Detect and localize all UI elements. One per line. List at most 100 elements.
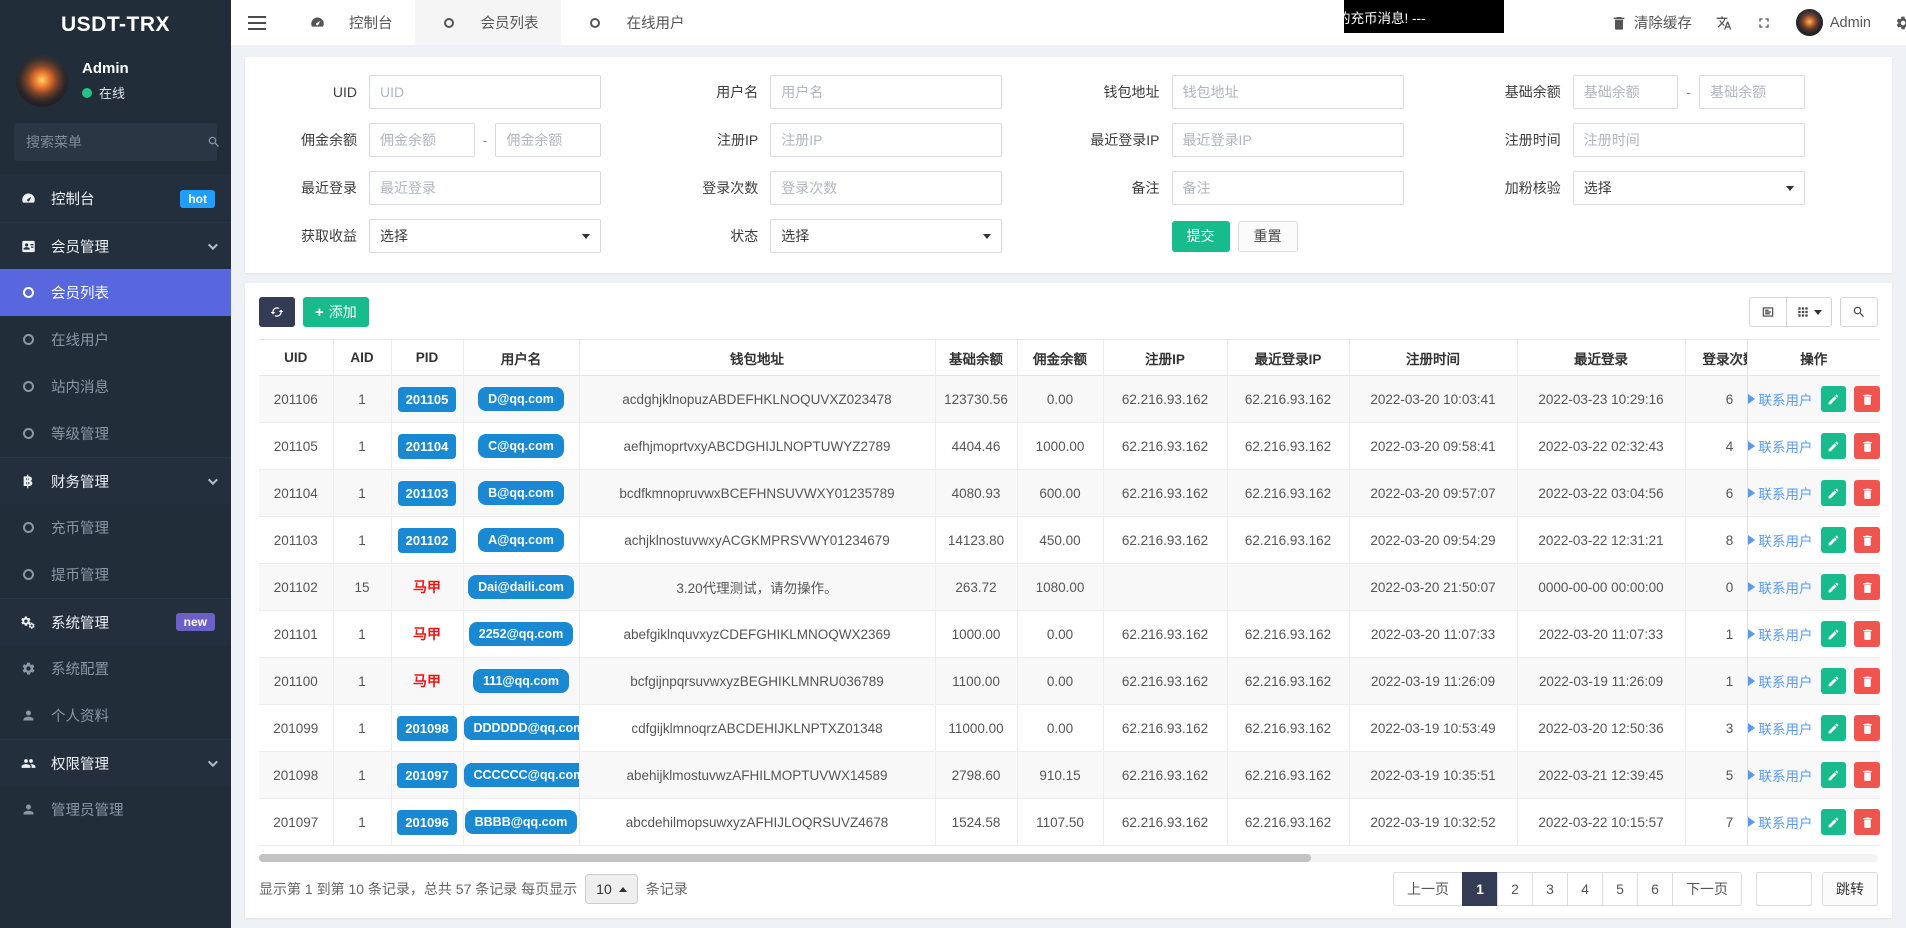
sidebar-item-等级管理[interactable]: 等级管理 xyxy=(0,410,231,457)
contact-user-link[interactable]: 联系用户 xyxy=(1748,436,1813,456)
username-badge[interactable]: B@qq.com xyxy=(478,481,564,505)
username-badge[interactable]: D@qq.com xyxy=(478,387,564,411)
filter-input-最近登录IP[interactable] xyxy=(1172,123,1404,157)
contact-user-link[interactable]: 联系用户 xyxy=(1748,389,1813,409)
filter-input-基础余额-max[interactable] xyxy=(1699,75,1805,109)
tab-会员列表[interactable]: 会员列表 xyxy=(415,0,561,45)
filter-select-加粉核验[interactable]: 选择 xyxy=(1573,171,1805,205)
delete-button[interactable] xyxy=(1854,762,1880,788)
filter-select-获取收益[interactable]: 选择 xyxy=(369,219,601,253)
username-badge[interactable]: Dai@daili.com xyxy=(468,575,574,599)
pid-badge[interactable]: 201097 xyxy=(397,763,456,788)
delete-button[interactable] xyxy=(1854,386,1880,412)
username-badge[interactable]: A@qq.com xyxy=(478,528,564,552)
filter-input-备注[interactable] xyxy=(1172,171,1404,205)
edit-button[interactable] xyxy=(1821,480,1847,506)
page-button-1[interactable]: 1 xyxy=(1462,872,1498,906)
column-header-注册时间[interactable]: 注册时间 xyxy=(1349,340,1517,376)
clear-cache-button[interactable]: 清除缓存 xyxy=(1611,12,1692,33)
column-header-PID[interactable]: PID xyxy=(391,340,463,376)
sidebar-item-权限管理[interactable]: 权限管理 xyxy=(0,739,231,786)
pid-badge[interactable]: 201104 xyxy=(398,434,457,459)
jump-page-input[interactable] xyxy=(1756,872,1812,906)
sidebar-item-管理员管理[interactable]: 管理员管理 xyxy=(0,786,231,833)
page-button-6[interactable]: 6 xyxy=(1637,872,1673,906)
column-header-用户名[interactable]: 用户名 xyxy=(463,340,579,376)
column-header-登录次数[interactable]: 登录次数 xyxy=(1685,340,1747,376)
filter-input-钱包地址[interactable] xyxy=(1172,75,1404,109)
contact-user-link[interactable]: 联系用户 xyxy=(1748,812,1813,832)
filter-input-佣金余额-max[interactable] xyxy=(495,123,601,157)
username-badge[interactable]: C@qq.com xyxy=(478,434,564,458)
column-header-AID[interactable]: AID xyxy=(333,340,391,376)
search-icon[interactable] xyxy=(207,135,221,149)
sidebar-item-个人资料[interactable]: 个人资料 xyxy=(0,692,231,739)
sidebar-item-充币管理[interactable]: 充币管理 xyxy=(0,504,231,551)
filter-input-UID[interactable] xyxy=(369,75,601,109)
submit-button[interactable]: 提交 xyxy=(1172,221,1230,252)
contact-user-link[interactable]: 联系用户 xyxy=(1748,765,1813,785)
edit-button[interactable] xyxy=(1821,527,1847,553)
columns-button[interactable] xyxy=(1786,297,1832,327)
edit-button[interactable] xyxy=(1821,715,1847,741)
username-badge[interactable]: 2252@qq.com xyxy=(469,622,573,646)
translate-icon[interactable] xyxy=(1716,15,1732,31)
pid-badge[interactable]: 201103 xyxy=(398,481,457,506)
delete-button[interactable] xyxy=(1854,480,1880,506)
contact-user-link[interactable]: 联系用户 xyxy=(1748,718,1813,738)
page-button-3[interactable]: 3 xyxy=(1532,872,1568,906)
delete-button[interactable] xyxy=(1854,527,1880,553)
sidebar-item-在线用户[interactable]: 在线用户 xyxy=(0,316,231,363)
page-size-dropdown[interactable]: 10 xyxy=(585,874,638,904)
delete-button[interactable] xyxy=(1854,621,1880,647)
username-badge[interactable]: 111@qq.com xyxy=(473,669,569,693)
sidebar-item-提币管理[interactable]: 提币管理 xyxy=(0,551,231,598)
jump-button[interactable]: 跳转 xyxy=(1822,872,1878,906)
avatar[interactable] xyxy=(16,55,68,107)
table-search-button[interactable] xyxy=(1840,297,1878,327)
contact-user-link[interactable]: 联系用户 xyxy=(1748,483,1813,503)
edit-button[interactable] xyxy=(1821,433,1847,459)
delete-button[interactable] xyxy=(1854,574,1880,600)
contact-user-link[interactable]: 联系用户 xyxy=(1748,530,1813,550)
filter-input-佣金余额-min[interactable] xyxy=(369,123,475,157)
edit-button[interactable] xyxy=(1821,668,1847,694)
delete-button[interactable] xyxy=(1854,715,1880,741)
filter-input-基础余额-min[interactable] xyxy=(1573,75,1679,109)
edit-button[interactable] xyxy=(1821,386,1847,412)
refresh-button[interactable] xyxy=(259,297,295,327)
add-button[interactable]: + 添加 xyxy=(303,297,369,327)
hamburger-icon[interactable] xyxy=(231,0,283,45)
edit-button[interactable] xyxy=(1821,621,1847,647)
sidebar-search-input[interactable] xyxy=(26,134,207,150)
contact-user-link[interactable]: 联系用户 xyxy=(1748,671,1813,691)
sidebar-item-系统配置[interactable]: 系统配置 xyxy=(0,645,231,692)
edit-button[interactable] xyxy=(1821,574,1847,600)
prev-page-button[interactable]: 上一页 xyxy=(1393,872,1463,906)
column-header-操作[interactable]: 操作 xyxy=(1747,340,1880,376)
contact-user-link[interactable]: 联系用户 xyxy=(1748,577,1813,597)
horizontal-scrollbar-thumb[interactable] xyxy=(259,854,1311,862)
tab-在线用户[interactable]: 在线用户 xyxy=(561,0,707,45)
column-header-最近登录[interactable]: 最近登录 xyxy=(1517,340,1685,376)
filter-input-登录次数[interactable] xyxy=(770,171,1002,205)
filter-input-用户名[interactable] xyxy=(770,75,1002,109)
sidebar-item-会员列表[interactable]: 会员列表 xyxy=(0,269,231,316)
column-header-钱包地址[interactable]: 钱包地址 xyxy=(579,340,935,376)
filter-input-注册时间[interactable] xyxy=(1573,123,1805,157)
contact-user-link[interactable]: 联系用户 xyxy=(1748,624,1813,644)
filter-select-状态[interactable]: 选择 xyxy=(770,219,1002,253)
username-badge[interactable]: DDDDDD@qq.com xyxy=(464,716,580,740)
sidebar-item-财务管理[interactable]: ฿财务管理 xyxy=(0,457,231,504)
next-page-button[interactable]: 下一页 xyxy=(1672,872,1742,906)
pid-badge[interactable]: 201098 xyxy=(397,716,456,741)
username-badge[interactable]: BBBB@qq.com xyxy=(465,810,578,834)
column-header-佣金余额[interactable]: 佣金余额 xyxy=(1017,340,1103,376)
pid-badge[interactable]: 201105 xyxy=(398,387,457,412)
detail-view-button[interactable] xyxy=(1749,297,1787,327)
gear-icon[interactable] xyxy=(1895,15,1906,31)
fullscreen-icon[interactable] xyxy=(1756,15,1772,31)
pid-badge[interactable]: 201102 xyxy=(398,528,457,553)
sidebar-item-会员管理[interactable]: 会员管理 xyxy=(0,222,231,269)
column-header-注册IP[interactable]: 注册IP xyxy=(1103,340,1227,376)
